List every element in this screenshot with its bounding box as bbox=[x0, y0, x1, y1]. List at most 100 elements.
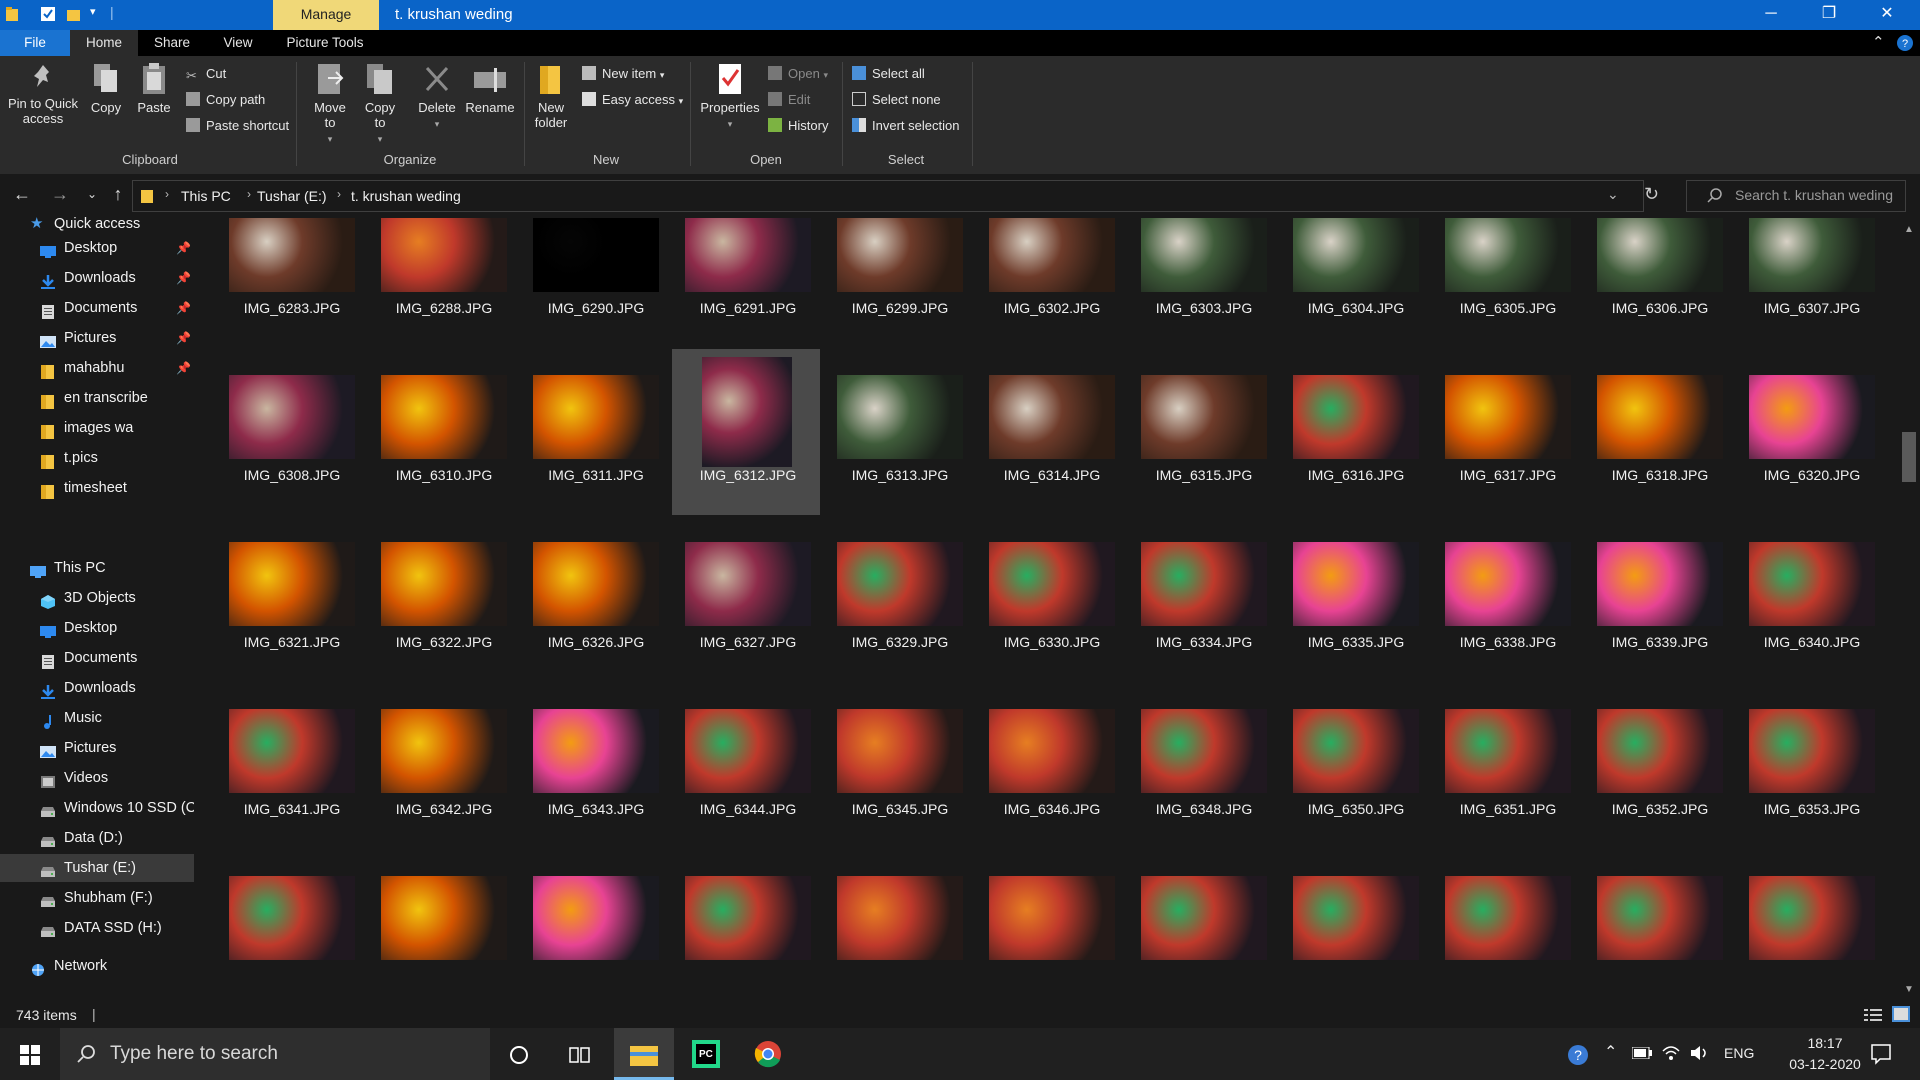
new-item-button[interactable]: New item ▾ bbox=[582, 64, 664, 84]
sidebar-item-images-wa[interactable]: images wa bbox=[0, 414, 194, 442]
file-tile[interactable]: IMG_6311.JPG bbox=[520, 349, 668, 515]
new-folder-quick-icon[interactable] bbox=[66, 6, 82, 22]
photo-thumbnail[interactable] bbox=[381, 542, 507, 626]
sidebar-item-downloads[interactable]: Downloads 📌 bbox=[0, 264, 194, 292]
photo-thumbnail[interactable] bbox=[229, 218, 355, 292]
sidebar-item-music[interactable]: Music bbox=[0, 704, 194, 732]
copy-path-button[interactable]: Copy path bbox=[186, 90, 265, 110]
file-tile[interactable]: IMG_6342.JPG bbox=[368, 683, 516, 849]
photo-thumbnail[interactable] bbox=[381, 709, 507, 793]
file-tile[interactable]: IMG_6283.JPG bbox=[216, 218, 364, 348]
photo-thumbnail[interactable] bbox=[1293, 709, 1419, 793]
file-tile[interactable]: IMG_6343.JPG bbox=[520, 683, 668, 849]
refresh-icon[interactable]: ↻ bbox=[1644, 184, 1659, 205]
photo-thumbnail[interactable] bbox=[1141, 542, 1267, 626]
tab-share[interactable]: Share bbox=[142, 30, 202, 56]
back-button[interactable]: ← bbox=[10, 184, 34, 205]
sidebar-item-mahabhu[interactable]: mahabhu 📌 bbox=[0, 354, 194, 382]
file-tile[interactable]: IMG_6290.JPG bbox=[520, 218, 668, 348]
file-tile[interactable]: IMG_6308.JPG bbox=[216, 349, 364, 515]
photo-thumbnail[interactable] bbox=[1749, 709, 1875, 793]
move-to-button[interactable]: Move to ▾ bbox=[308, 62, 352, 147]
photo-thumbnail[interactable] bbox=[989, 542, 1115, 626]
file-tile[interactable]: IMG_6307.JPG bbox=[1736, 218, 1884, 348]
manage-context-tab[interactable]: Manage bbox=[273, 0, 379, 30]
file-tile[interactable]: IMG_6329.JPG bbox=[824, 516, 972, 682]
sidebar-item-documents[interactable]: Documents bbox=[0, 644, 194, 672]
photo-thumbnail[interactable] bbox=[1445, 218, 1571, 292]
photo-thumbnail[interactable] bbox=[1141, 218, 1267, 292]
properties-quick-icon[interactable] bbox=[40, 6, 56, 22]
sidebar-item-tushar-e[interactable]: Tushar (E:) bbox=[0, 854, 194, 882]
photo-thumbnail[interactable] bbox=[1293, 542, 1419, 626]
file-tile[interactable]: IMG_6288.JPG bbox=[368, 218, 516, 348]
tab-view[interactable]: View bbox=[210, 30, 266, 56]
file-tile[interactable]: IMG_6316.JPG bbox=[1280, 349, 1428, 515]
file-tile[interactable]: IMG_6299.JPG bbox=[824, 218, 972, 348]
rename-button[interactable]: Rename bbox=[464, 62, 516, 115]
photo-thumbnail[interactable] bbox=[1749, 876, 1875, 960]
photo-thumbnail[interactable] bbox=[1445, 709, 1571, 793]
sidebar-item-documents[interactable]: Documents 📌 bbox=[0, 294, 194, 322]
file-explorer-taskbar-button[interactable] bbox=[614, 1028, 674, 1080]
sidebar-item-windows-10-ssd-c[interactable]: Windows 10 SSD (C bbox=[0, 794, 194, 822]
photo-thumbnail[interactable] bbox=[837, 876, 963, 960]
file-tile[interactable]: IMG_6291.JPG bbox=[672, 218, 820, 348]
file-tile[interactable]: IMG_6350.JPG bbox=[1280, 683, 1428, 849]
file-tile[interactable]: IMG_6346.JPG bbox=[976, 683, 1124, 849]
network-header[interactable]: Network bbox=[0, 952, 194, 980]
sidebar-item-shubham-f[interactable]: Shubham (F:) bbox=[0, 884, 194, 912]
breadcrumb-current-folder[interactable]: t. krushan weding bbox=[351, 188, 461, 204]
photo-thumbnail[interactable] bbox=[1445, 375, 1571, 459]
photo-thumbnail[interactable] bbox=[685, 218, 811, 292]
file-tile[interactable]: IMG_6335.JPG bbox=[1280, 516, 1428, 682]
file-tile[interactable] bbox=[976, 850, 1124, 1002]
photo-thumbnail[interactable] bbox=[1749, 542, 1875, 626]
search-box[interactable] bbox=[1686, 180, 1906, 212]
photo-thumbnail[interactable] bbox=[1749, 375, 1875, 459]
large-icons-view-icon[interactable] bbox=[1892, 1006, 1910, 1022]
file-tile[interactable]: IMG_6330.JPG bbox=[976, 516, 1124, 682]
file-tile[interactable]: IMG_6312.JPG bbox=[672, 349, 820, 515]
file-tile[interactable]: IMG_6341.JPG bbox=[216, 683, 364, 849]
photo-thumbnail[interactable] bbox=[229, 876, 355, 960]
windows-start-icon[interactable] bbox=[20, 1045, 40, 1065]
photo-thumbnail[interactable] bbox=[1141, 709, 1267, 793]
sidebar-item-desktop[interactable]: Desktop 📌 bbox=[0, 234, 194, 262]
up-button[interactable]: ↑ bbox=[106, 184, 130, 205]
address-bar[interactable]: › This PC › Tushar (E:) › t. krushan wed… bbox=[132, 180, 1644, 212]
file-tile[interactable]: IMG_6302.JPG bbox=[976, 218, 1124, 348]
taskbar-search-input[interactable] bbox=[110, 1039, 470, 1069]
address-dropdown-icon[interactable]: ⌄ bbox=[1607, 186, 1619, 203]
photo-thumbnail[interactable] bbox=[381, 218, 507, 292]
properties-button[interactable]: Properties ▾ bbox=[696, 62, 764, 132]
sidebar-item-videos[interactable]: Videos bbox=[0, 764, 194, 792]
file-tile[interactable]: IMG_6352.JPG bbox=[1584, 683, 1732, 849]
sidebar-item-3d-objects[interactable]: 3D Objects bbox=[0, 584, 194, 612]
file-tile[interactable]: IMG_6353.JPG bbox=[1736, 683, 1884, 849]
photo-thumbnail[interactable] bbox=[533, 375, 659, 459]
file-tile[interactable] bbox=[216, 850, 364, 1002]
sidebar-item-pictures[interactable]: Pictures bbox=[0, 734, 194, 762]
open-button[interactable]: Open ▾ bbox=[768, 64, 828, 84]
wifi-icon[interactable] bbox=[1662, 1045, 1680, 1061]
file-tile[interactable]: IMG_6321.JPG bbox=[216, 516, 364, 682]
close-button[interactable]: ✕ bbox=[1858, 0, 1916, 30]
photo-thumbnail[interactable] bbox=[1293, 375, 1419, 459]
paste-button[interactable]: Paste bbox=[134, 62, 174, 115]
customize-quick-access-icon[interactable]: ▾ bbox=[90, 5, 96, 18]
this-pc-header[interactable]: This PC bbox=[0, 554, 194, 582]
photo-thumbnail[interactable] bbox=[533, 709, 659, 793]
scroll-down-icon[interactable]: ▼ bbox=[1904, 984, 1914, 995]
paste-shortcut-button[interactable]: Paste shortcut bbox=[186, 116, 289, 136]
file-tile[interactable]: IMG_6306.JPG bbox=[1584, 218, 1732, 348]
volume-icon[interactable] bbox=[1690, 1045, 1710, 1061]
file-tile[interactable]: IMG_6344.JPG bbox=[672, 683, 820, 849]
easy-access-button[interactable]: Easy access ▾ bbox=[582, 90, 683, 110]
sidebar-item-data-d[interactable]: Data (D:) bbox=[0, 824, 194, 852]
photo-thumbnail[interactable] bbox=[1597, 876, 1723, 960]
file-tile[interactable]: IMG_6318.JPG bbox=[1584, 349, 1732, 515]
scroll-up-icon[interactable]: ▲ bbox=[1904, 224, 1914, 235]
history-button[interactable]: History bbox=[768, 116, 828, 136]
photo-thumbnail[interactable] bbox=[702, 357, 792, 467]
